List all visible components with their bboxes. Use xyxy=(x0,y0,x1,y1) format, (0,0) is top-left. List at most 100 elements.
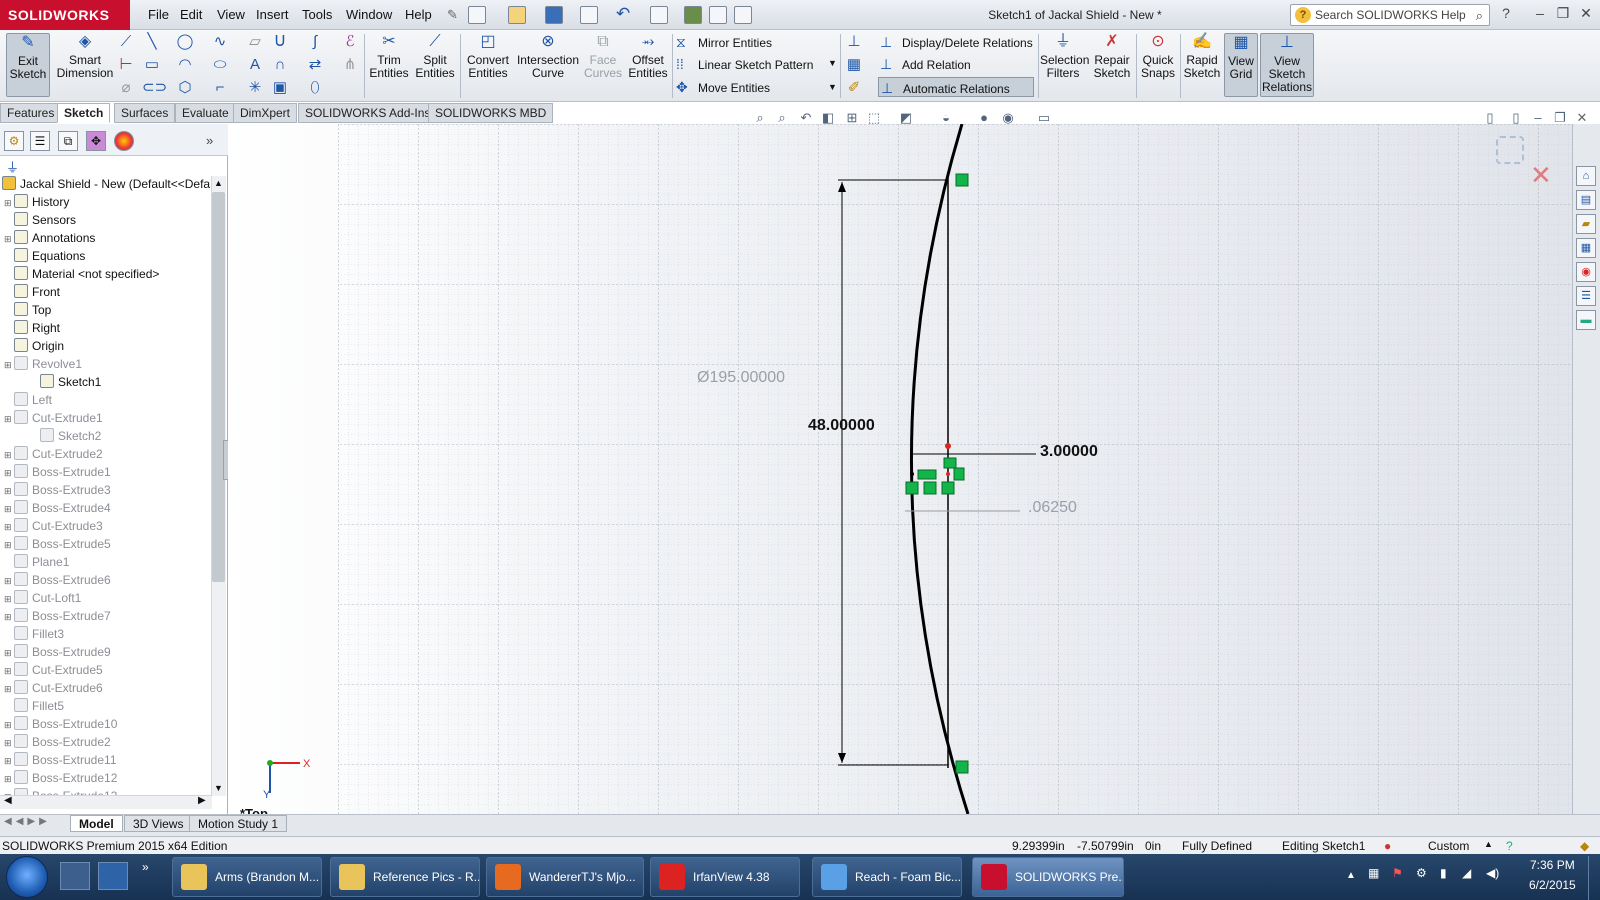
view-grid-button[interactable]: ▦ View Grid xyxy=(1224,33,1258,97)
help-menu-icon[interactable]: ? xyxy=(1496,5,1516,23)
tree-item[interactable]: ⊞ Boss-Extrude7 xyxy=(4,607,210,625)
offset-small-icon[interactable]: ᑌ xyxy=(270,32,290,52)
expand-icon[interactable]: ⊞ xyxy=(4,230,14,248)
tree-item[interactable]: ⊞ Boss-Extrude9 xyxy=(4,643,210,661)
menu-file[interactable]: File xyxy=(148,7,169,22)
expand-icon[interactable]: ⊞ xyxy=(4,752,14,770)
scroll-right-icon[interactable]: ▶ xyxy=(198,795,206,806)
dimension-diameter[interactable]: Ø195.00000 xyxy=(697,369,785,387)
expand-icon[interactable]: ⊞ xyxy=(4,770,14,788)
rapid-sketch-button[interactable]: ✍ Rapid Sketch xyxy=(1182,33,1222,80)
forum-icon[interactable]: ▬ xyxy=(1576,310,1596,330)
tree-root[interactable]: Jackal Shield - New (Default<<Defa xyxy=(2,175,212,193)
expand-icon[interactable]: ⊞ xyxy=(4,410,14,428)
menu-window[interactable]: Window xyxy=(346,7,392,22)
spline-icon[interactable]: ∿ xyxy=(210,32,230,52)
line-tool-icon[interactable]: ╲ xyxy=(142,32,162,52)
tile-window-icon[interactable]: ▯ xyxy=(1508,110,1524,126)
circle-icon[interactable]: ◯ xyxy=(175,32,195,52)
tree-item[interactable]: Sensors xyxy=(4,211,210,229)
display-delete-relations-button[interactable]: ⊥ Display/Delete Relations xyxy=(880,34,1033,51)
undo-icon[interactable]: ↶ xyxy=(616,4,630,24)
sketch-check-icon[interactable]: ✐ xyxy=(844,78,864,98)
polygon-icon[interactable]: ⬡ xyxy=(175,78,195,98)
tree-item[interactable]: ⊞ Boss-Extrude11 xyxy=(4,751,210,769)
relation-marker[interactable] xyxy=(941,481,955,495)
save-icon[interactable] xyxy=(545,6,563,24)
start-button[interactable] xyxy=(6,856,48,898)
quick-snaps-button[interactable]: ⊙ Quick Snaps xyxy=(1138,33,1178,80)
solidworks-logo[interactable]: SOLIDWORKS xyxy=(0,0,130,30)
fillet-icon[interactable]: ⌐ xyxy=(210,78,230,98)
appearances-icon[interactable]: ◉ xyxy=(1576,262,1596,282)
smart-dimension-button[interactable]: ◈ Smart Dimension xyxy=(55,33,115,80)
tab-surfaces[interactable]: Surfaces xyxy=(114,103,176,123)
rebuild-indicator-icon[interactable]: ● xyxy=(1384,839,1391,853)
taskbar-button[interactable]: Reference Pics - R... xyxy=(330,857,480,897)
tree-item[interactable]: ⊞ Boss-Extrude3 xyxy=(4,481,210,499)
cancel-sketch-icon[interactable]: ✕ xyxy=(1530,160,1552,191)
rebuild-icon[interactable] xyxy=(684,6,702,24)
taskbar-button[interactable]: SOLIDWORKS Pre... xyxy=(972,857,1124,897)
tree-item[interactable]: ⊞ Cut-Extrude1 xyxy=(4,409,210,427)
tree-item[interactable]: Left xyxy=(4,391,210,409)
dimxpert-tab-icon[interactable]: ✥ xyxy=(86,131,106,151)
expand-icon[interactable]: ⊞ xyxy=(4,464,14,482)
taskbar-button[interactable]: Reach - Foam Bic... xyxy=(812,857,962,897)
expand-icon[interactable]: ⊞ xyxy=(4,608,14,626)
dynamic-annotation-icon[interactable]: ⊞ xyxy=(844,110,860,126)
desktop-pinned-icon[interactable] xyxy=(98,862,128,890)
expand-icon[interactable]: ⊞ xyxy=(4,734,14,752)
mirror-entities-button[interactable]: ⧖ Mirror Entities xyxy=(676,34,772,51)
tag-icon[interactable]: ◆ xyxy=(1580,839,1589,853)
menu-insert[interactable]: Insert xyxy=(256,7,289,22)
resources-icon[interactable]: ⌂ xyxy=(1576,166,1596,186)
trim-small-icon[interactable]: ⊢ xyxy=(116,55,136,75)
point-icon[interactable]: ✳ xyxy=(245,78,265,98)
relation-marker[interactable] xyxy=(917,469,937,480)
convert-small-icon[interactable]: ⇄ xyxy=(305,55,325,75)
tray-app-icon[interactable]: ▦ xyxy=(1368,866,1379,880)
sketch-point[interactable] xyxy=(946,472,950,476)
tree-item[interactable]: ⊞ Boss-Extrude12 xyxy=(4,769,210,787)
pin-icon[interactable]: ✎ xyxy=(447,7,458,23)
sketch-fillet-icon[interactable]: ℰ xyxy=(340,32,360,52)
tab-addins[interactable]: SOLIDWORKS Add-Ins xyxy=(298,103,438,123)
expand-icon[interactable]: ⊞ xyxy=(4,572,14,590)
design-library-icon[interactable]: ▤ xyxy=(1576,190,1596,210)
taskbar-button[interactable]: Arms (Brandon M... xyxy=(172,857,322,897)
plane-icon[interactable]: ▱ xyxy=(245,32,265,52)
tree-item[interactable]: ⊞ Cut-Extrude5 xyxy=(4,661,210,679)
tray-flag-icon[interactable]: ⚑ xyxy=(1392,866,1403,880)
menu-view[interactable]: View xyxy=(217,7,245,22)
new-document-icon[interactable] xyxy=(468,6,486,24)
tree-item[interactable]: Equations xyxy=(4,247,210,265)
relation-marker[interactable] xyxy=(955,173,969,187)
doc-minimize-icon[interactable]: – xyxy=(1530,110,1546,126)
intersection-curve-button[interactable]: ⊗ Intersection Curve xyxy=(515,33,581,80)
expand-icon[interactable]: ⊞ xyxy=(4,662,14,680)
dimension-width[interactable]: 3.00000 xyxy=(1040,443,1098,461)
print-icon[interactable] xyxy=(580,6,598,24)
property-manager-tab-icon[interactable]: ☰ xyxy=(30,131,50,151)
tree-item[interactable]: Origin xyxy=(4,337,210,355)
tree-item[interactable]: ⊞ Cut-Extrude2 xyxy=(4,445,210,463)
edit-appearance-icon[interactable]: ● xyxy=(976,110,992,126)
relation-marker[interactable] xyxy=(943,457,957,469)
tab-mbd[interactable]: SOLIDWORKS MBD xyxy=(428,103,554,123)
dimension-height[interactable]: 48.00000 xyxy=(808,417,875,435)
relation-marker[interactable] xyxy=(905,481,919,495)
apply-scene-icon[interactable]: ◉ xyxy=(1000,110,1016,126)
tray-volume-icon[interactable]: ◀) xyxy=(1486,866,1499,880)
rectangle-icon[interactable]: ▭ xyxy=(142,55,162,75)
exit-sketch-button[interactable]: ✎ Exit Sketch xyxy=(6,33,50,97)
picture-icon[interactable]: ▣ xyxy=(270,78,290,98)
menu-tools[interactable]: Tools xyxy=(302,7,332,22)
relations-small-icon[interactable]: ⊥ xyxy=(844,32,864,52)
configuration-manager-tab-icon[interactable]: ⧉ xyxy=(58,131,78,151)
sketch-point[interactable] xyxy=(945,443,951,449)
appearance-tab-icon[interactable] xyxy=(114,131,134,151)
chevron-down-icon[interactable]: ▼ xyxy=(828,58,837,68)
scroll-down-icon[interactable]: ▼ xyxy=(214,783,223,793)
show-desktop-button[interactable] xyxy=(1588,856,1600,900)
